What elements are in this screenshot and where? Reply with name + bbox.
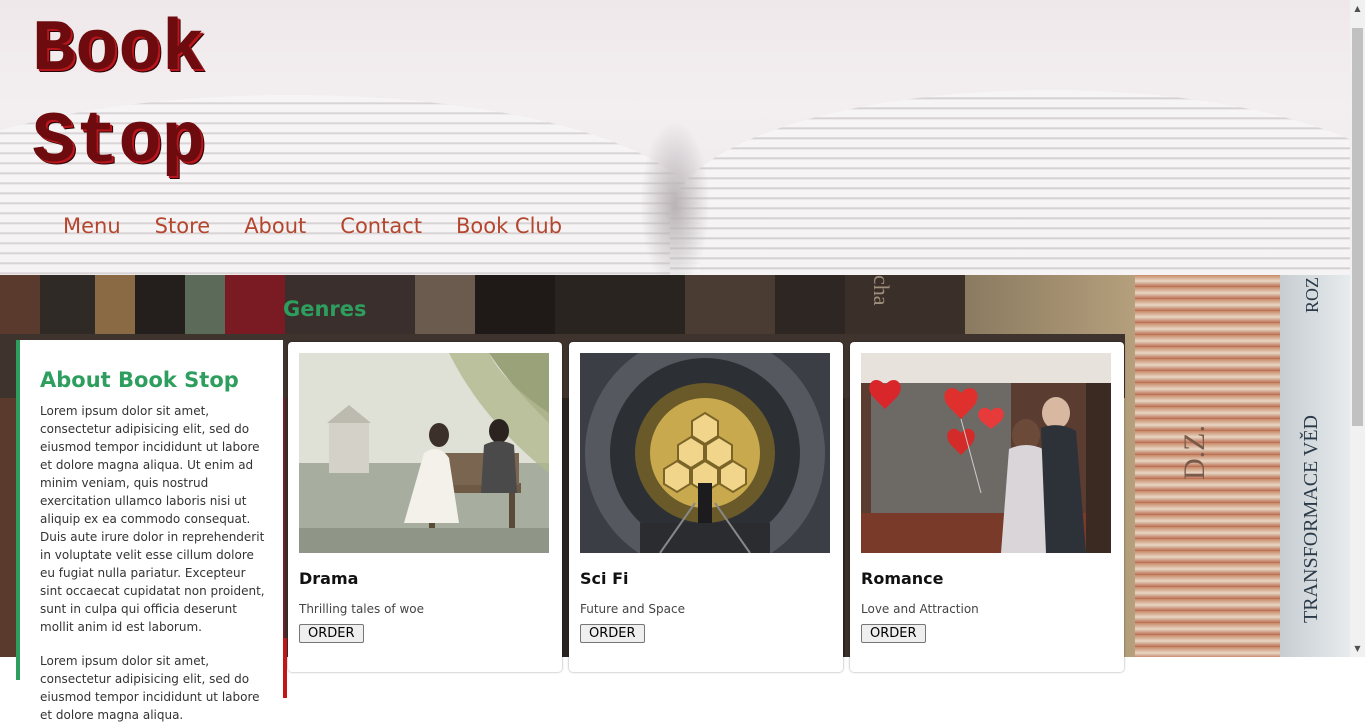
about-paragraph-2: Lorem ipsum dolor sit amet, consectetur … — [40, 654, 260, 722]
romance-image — [861, 353, 1111, 553]
sci-fi-order-button[interactable]: ORDER — [580, 624, 645, 643]
nav-link-book-club[interactable]: Book Club — [456, 214, 562, 238]
genre-card-drama: Drama Thrilling tales of woe ORDER — [288, 342, 562, 672]
drama-order-button[interactable]: ORDER — [299, 624, 364, 643]
header-banner: Book Stop Menu Store About Contact Book … — [0, 0, 1350, 275]
page-scrollbar[interactable]: ▲ ▼ — [1350, 0, 1365, 657]
open-book-spine — [640, 120, 710, 275]
drama-image — [299, 353, 549, 553]
scroll-down-arrow-icon[interactable]: ▼ — [1350, 640, 1365, 657]
genre-card-romance: Romance Love and Attraction ORDER — [850, 342, 1124, 672]
nav-link-about[interactable]: About — [244, 214, 306, 238]
about-heading: About Book Stop — [40, 368, 239, 392]
spine-text-transformace: TRANSFORMACE VĚD — [1300, 415, 1322, 623]
nav-link-contact[interactable]: Contact — [340, 214, 422, 238]
drama-title: Drama — [299, 569, 359, 588]
spine-text-cha: cha — [869, 275, 894, 306]
logo-line-2: Stop — [32, 101, 205, 183]
about-sidebar: About Book Stop Lorem ipsum dolor sit am… — [16, 340, 287, 722]
romance-title: Romance — [861, 569, 944, 588]
romance-order-button[interactable]: ORDER — [861, 624, 926, 643]
genre-card-sci-fi: Sci Fi Future and Space ORDER — [569, 342, 843, 672]
about-paragraph-1: Lorem ipsum dolor sit amet, consectetur … — [40, 404, 265, 634]
sci-fi-title: Sci Fi — [580, 569, 629, 588]
logo-line-1: Book — [32, 9, 205, 91]
sidebar-accent-edge — [283, 638, 287, 698]
spine-text-dz: D.Z. — [1178, 425, 1211, 480]
sci-fi-description: Future and Space — [580, 602, 685, 616]
romance-description: Love and Attraction — [861, 602, 979, 616]
nav-link-store[interactable]: Store — [155, 214, 211, 238]
open-book-right-page — [670, 90, 1350, 275]
main-nav: Menu Store About Contact Book Club — [63, 214, 562, 238]
site-logo[interactable]: Book Stop — [32, 4, 205, 188]
scrollbar-thumb[interactable] — [1352, 28, 1363, 426]
drama-description: Thrilling tales of woe — [299, 602, 425, 616]
genres-heading: Genres — [283, 297, 367, 321]
scroll-up-arrow-icon[interactable]: ▲ — [1350, 0, 1365, 17]
sci-fi-image — [580, 353, 830, 553]
nav-link-menu[interactable]: Menu — [63, 214, 121, 238]
spine-text-roz: ROZ — [1302, 277, 1322, 313]
